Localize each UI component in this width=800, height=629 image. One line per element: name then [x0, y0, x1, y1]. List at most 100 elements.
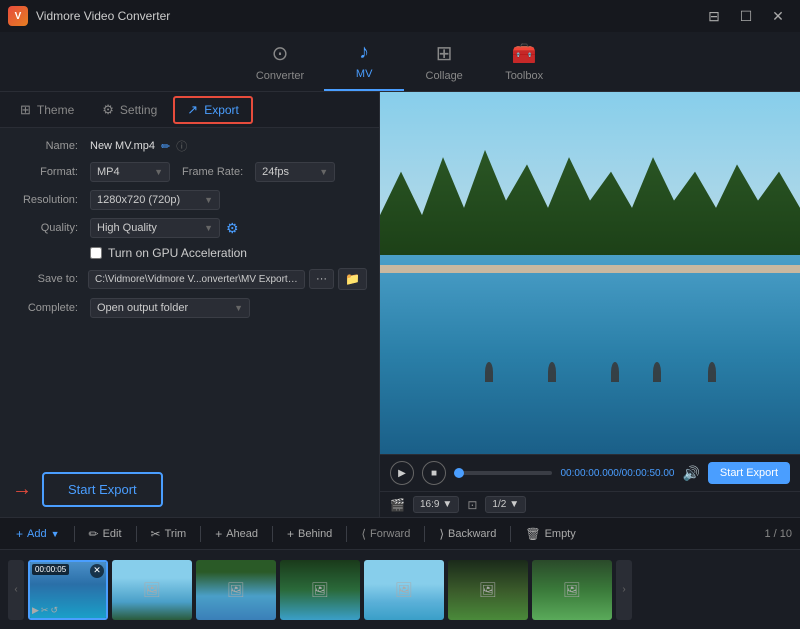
name-label: Name:: [12, 140, 84, 152]
resolution-label: Resolution:: [12, 194, 84, 206]
figure-3: [611, 362, 619, 382]
backward-label: Backward: [448, 528, 496, 540]
behind-icon: +: [287, 527, 294, 541]
film-thumb-2[interactable]: 🖼: [112, 560, 192, 620]
play-button[interactable]: ▶: [390, 461, 414, 485]
tab-collage[interactable]: ⊞ Collage: [404, 32, 484, 91]
quality-dropdown-arrow: ▼: [204, 223, 213, 233]
film-thumb-6-icon: 🖼: [479, 581, 497, 598]
pool-water: [380, 255, 800, 454]
film-thumb-1-cut-icon[interactable]: ✂: [41, 605, 49, 616]
film-thumb-4[interactable]: 🖼: [280, 560, 360, 620]
trim-label: Trim: [165, 528, 187, 540]
filmstrip-prev-button[interactable]: ‹: [8, 560, 24, 620]
trim-button[interactable]: ✂ Trim: [143, 523, 195, 545]
figure-5: [708, 362, 716, 382]
scale-dropdown-arrow: ▼: [509, 499, 519, 510]
tab-toolbox[interactable]: 🧰 Toolbox: [484, 32, 564, 91]
volume-icon[interactable]: 🔊: [682, 465, 699, 482]
converter-icon: ⊙: [272, 41, 289, 66]
film-thumb-5-icon: 🖼: [395, 581, 413, 598]
film-thumb-2-icon: 🖼: [143, 581, 161, 598]
start-export-right-button[interactable]: Start Export: [708, 462, 790, 484]
pool-scene: [380, 92, 800, 454]
subtab-theme[interactable]: ⊞ Theme: [8, 96, 86, 124]
saveto-dots-button[interactable]: ···: [309, 269, 334, 289]
format-value: MP4: [97, 166, 120, 178]
page-count: 1 / 10: [764, 528, 792, 540]
tab-converter-label: Converter: [256, 70, 304, 82]
behind-button[interactable]: + Behind: [279, 523, 340, 545]
saveto-label: Save to:: [12, 273, 84, 285]
framerate-value: 24fps: [262, 166, 289, 178]
name-info-icon[interactable]: ⓘ: [176, 138, 187, 154]
start-export-arrow-indicator: →: [12, 478, 32, 501]
tab-collage-label: Collage: [426, 70, 463, 82]
framerate-label: Frame Rate:: [176, 166, 249, 178]
resolution-dropdown-arrow: ▼: [204, 195, 213, 205]
subtab-export[interactable]: ↗ Export: [173, 96, 253, 124]
complete-dropdown[interactable]: Open output folder ▼: [90, 298, 250, 318]
close-button[interactable]: ✕: [764, 6, 792, 26]
figure-2: [548, 362, 556, 382]
titlebar: V Vidmore Video Converter ⊟ ☐ ✕: [0, 0, 800, 32]
subtab-setting[interactable]: ⚙ Setting: [90, 96, 169, 124]
film-thumb-7[interactable]: 🖼: [532, 560, 612, 620]
figure-4: [653, 362, 661, 382]
player-controls: ▶ ■ 00:00:00.000/00:00:50.00 🔊 Start Exp…: [380, 454, 800, 491]
empty-button[interactable]: 🗑 Empty: [517, 523, 583, 545]
complete-row: Complete: Open output folder ▼: [12, 298, 367, 318]
ahead-icon: +: [215, 527, 222, 541]
ratio-controls: 🎬 16:9 ▼ ⊡ 1/2 ▼: [380, 491, 800, 517]
edit-button[interactable]: ✏ Edit: [81, 523, 130, 545]
saveto-folder-button[interactable]: 📁: [338, 268, 367, 290]
forward-button[interactable]: ⟨ Forward: [353, 523, 418, 545]
stop-button[interactable]: ■: [422, 461, 446, 485]
progress-bar[interactable]: [454, 471, 552, 475]
main-content: ⊞ Theme ⚙ Setting ↗ Export Name: New MV.…: [0, 92, 800, 517]
sub-tabs: ⊞ Theme ⚙ Setting ↗ Export: [0, 92, 379, 128]
quality-dropdown[interactable]: High Quality ▼: [90, 218, 220, 238]
name-edit-icon[interactable]: ✏: [161, 140, 170, 153]
film-thumb-1-play-icon[interactable]: ▶: [32, 605, 39, 616]
film-thumb-5[interactable]: 🖼: [364, 560, 444, 620]
empty-icon: 🗑: [525, 527, 540, 541]
gpu-label: Turn on GPU Acceleration: [108, 246, 247, 260]
filmstrip-next-button[interactable]: ›: [616, 560, 632, 620]
start-export-area: → Start Export: [0, 462, 379, 517]
resolution-dropdown[interactable]: 1280x720 (720p) ▼: [90, 190, 220, 210]
filmstrip: ‹ 00:00:05 ✕ ▶ ✂ ↺ 🖼 🖼 🖼 🖼 🖼 🖼 ›: [0, 549, 800, 629]
film-thumb-1[interactable]: 00:00:05 ✕ ▶ ✂ ↺: [28, 560, 108, 620]
theme-grid-icon: ⊞: [20, 102, 31, 118]
export-settings-panel: Name: New MV.mp4 ✏ ⓘ Format: MP4 ▼ Frame…: [0, 128, 379, 462]
maximize-button[interactable]: ☐: [732, 6, 760, 26]
backward-button[interactable]: ⟩ Backward: [431, 523, 504, 545]
film-thumb-1-rotate-icon[interactable]: ↺: [50, 605, 58, 616]
film-thumb-3[interactable]: 🖼: [196, 560, 276, 620]
window-controls: ⊟ ☐ ✕: [700, 6, 792, 26]
preview-area: [380, 92, 800, 454]
complete-value: Open output folder: [97, 302, 188, 314]
quality-gear-icon[interactable]: ⚙: [226, 220, 239, 237]
framerate-dropdown[interactable]: 24fps ▼: [255, 162, 335, 182]
ratio-dropdown[interactable]: 16:9 ▼: [413, 496, 459, 513]
ahead-button[interactable]: + Ahead: [207, 523, 266, 545]
film-thumb-1-close[interactable]: ✕: [90, 564, 104, 578]
minimize-button[interactable]: ⊟: [700, 6, 728, 26]
start-export-button[interactable]: Start Export: [42, 472, 163, 507]
format-dropdown[interactable]: MP4 ▼: [90, 162, 170, 182]
add-button[interactable]: + Add ▼: [8, 523, 68, 545]
scale-dropdown[interactable]: 1/2 ▼: [485, 496, 526, 513]
forward-icon: ⟨: [361, 527, 366, 541]
film-thumb-6[interactable]: 🖼: [448, 560, 528, 620]
tab-converter[interactable]: ⊙ Converter: [236, 32, 324, 91]
gpu-checkbox[interactable]: [90, 247, 102, 259]
mv-icon: ♪: [359, 41, 369, 64]
forward-label: Forward: [370, 528, 410, 540]
format-label: Format:: [12, 166, 84, 178]
app-logo: V: [8, 6, 28, 26]
name-value: New MV.mp4: [90, 140, 155, 152]
add-label: Add: [27, 528, 47, 540]
backward-icon: ⟩: [439, 527, 444, 541]
tab-mv[interactable]: ♪ MV: [324, 32, 404, 91]
